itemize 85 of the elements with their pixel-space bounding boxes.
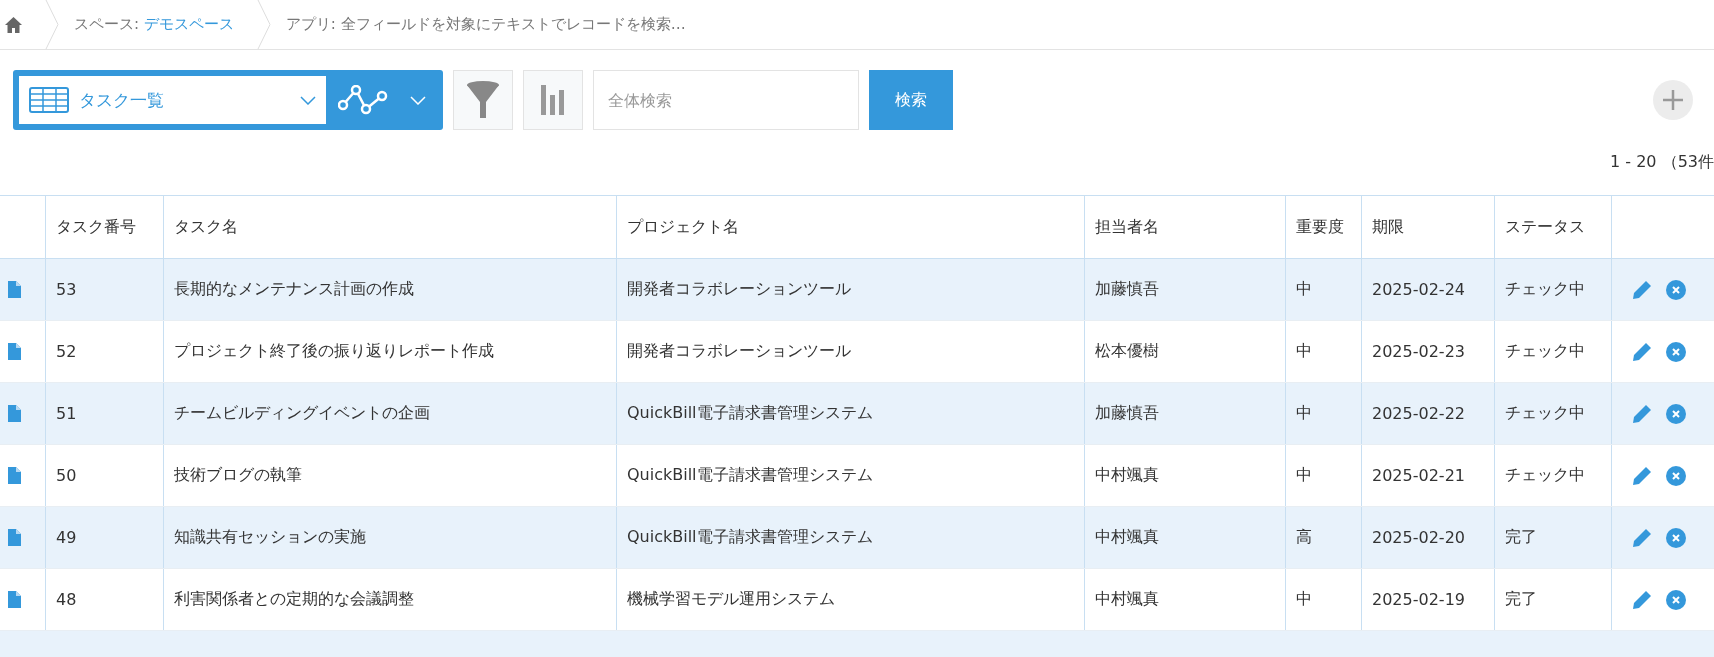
breadcrumb-space-link[interactable]: デモスペース xyxy=(143,15,234,34)
table-cell: QuickBill電子請求書管理システム xyxy=(617,383,1085,444)
table-cell: 機械学習モデル運用システム xyxy=(617,569,1085,630)
table-cell: 松本優樹 xyxy=(1085,321,1286,382)
table-cell: 2025-02-22 xyxy=(1362,383,1495,444)
document-icon[interactable] xyxy=(8,591,21,608)
table-cell: 49 xyxy=(46,507,164,568)
document-icon[interactable] xyxy=(8,405,21,422)
edit-icon[interactable] xyxy=(1632,527,1652,548)
table-cell: 長期的なメンテナンス計画の作成 xyxy=(164,259,617,320)
plus-icon xyxy=(1662,89,1684,111)
column-header: プロジェクト名 xyxy=(617,196,1085,258)
table-cell: 加藤慎吾 xyxy=(1085,259,1286,320)
delete-icon[interactable] xyxy=(1666,279,1686,300)
column-header: ステータス xyxy=(1495,196,1612,258)
delete-icon[interactable] xyxy=(1666,403,1686,424)
edit-icon[interactable] xyxy=(1632,341,1652,362)
chevron-down-icon xyxy=(300,95,316,105)
chevron-down-icon[interactable] xyxy=(410,95,426,105)
chart-button[interactable] xyxy=(523,70,583,130)
delete-icon[interactable] xyxy=(1666,341,1686,362)
table-cell: プロジェクト終了後の振り返りレポート作成 xyxy=(164,321,617,382)
column-header: 担当者名 xyxy=(1085,196,1286,258)
edit-icon[interactable] xyxy=(1632,403,1652,424)
table-cell: QuickBill電子請求書管理システム xyxy=(617,445,1085,506)
table-cell: 完了 xyxy=(1495,569,1612,630)
table-cell: 高 xyxy=(1286,507,1362,568)
add-button[interactable] xyxy=(1653,80,1693,120)
delete-icon[interactable] xyxy=(1666,589,1686,610)
delete-icon[interactable] xyxy=(1666,465,1686,486)
graph-icon[interactable] xyxy=(338,85,388,115)
table-icon xyxy=(29,87,69,113)
edit-icon[interactable] xyxy=(1632,465,1652,486)
table-cell: 2025-02-23 xyxy=(1362,321,1495,382)
table-cell: チェック中 xyxy=(1495,321,1612,382)
table-cell: 中村颯真 xyxy=(1085,445,1286,506)
table-cell: チェック中 xyxy=(1495,383,1612,444)
table-cell: 53 xyxy=(46,259,164,320)
table-cell: 開発者コラボレーションツール xyxy=(617,259,1085,320)
table-cell: 2025-02-19 xyxy=(1362,569,1495,630)
bar-chart-icon xyxy=(541,85,565,115)
column-header: タスク番号 xyxy=(46,196,164,258)
table-cell: 52 xyxy=(46,321,164,382)
table-cell: 2025-02-20 xyxy=(1362,507,1495,568)
document-icon[interactable] xyxy=(8,467,21,484)
table-cell: 中 xyxy=(1286,383,1362,444)
document-icon[interactable] xyxy=(8,343,21,360)
document-icon[interactable] xyxy=(8,529,21,546)
table-cell: チームビルディングイベントの企画 xyxy=(164,383,617,444)
breadcrumb-app-title: アプリ: 全フィールドを対象にテキストでレコードを検索… xyxy=(285,15,686,34)
table-cell: 2025-02-24 xyxy=(1362,259,1495,320)
table-cell: チェック中 xyxy=(1495,259,1612,320)
breadcrumb-space-label: スペース: xyxy=(74,15,141,34)
table-cell: QuickBill電子請求書管理システム xyxy=(617,507,1085,568)
home-icon[interactable] xyxy=(5,16,22,33)
table-cell: 完了 xyxy=(1495,507,1612,568)
table-cell: 51 xyxy=(46,383,164,444)
column-header: タスク名 xyxy=(164,196,617,258)
table-cell: チェック中 xyxy=(1495,445,1612,506)
table-cell: 中 xyxy=(1286,569,1362,630)
table-cell: 開発者コラボレーションツール xyxy=(617,321,1085,382)
column-header: 重要度 xyxy=(1286,196,1362,258)
table-cell: 知識共有セッションの実施 xyxy=(164,507,617,568)
document-icon[interactable] xyxy=(8,281,21,298)
funnel-icon xyxy=(466,80,500,120)
edit-icon[interactable] xyxy=(1632,279,1652,300)
search-button[interactable]: 検索 xyxy=(869,70,953,130)
table-cell: 中 xyxy=(1286,259,1362,320)
table-cell: 加藤慎吾 xyxy=(1085,383,1286,444)
table-cell: 中村颯真 xyxy=(1085,569,1286,630)
edit-icon[interactable] xyxy=(1632,589,1652,610)
pagination-range: 1 - 20 （53件 xyxy=(1610,152,1714,173)
table-cell: 中 xyxy=(1286,445,1362,506)
delete-icon[interactable] xyxy=(1666,527,1686,548)
column-header: 期限 xyxy=(1362,196,1495,258)
table-cell: 中 xyxy=(1286,321,1362,382)
search-field[interactable]: 全体検索 xyxy=(593,70,859,130)
table-cell: 技術ブログの執筆 xyxy=(164,445,617,506)
table-cell: 中村颯真 xyxy=(1085,507,1286,568)
table-cell: 50 xyxy=(46,445,164,506)
view-dropdown[interactable]: タスク一覧 xyxy=(19,76,326,124)
filter-button[interactable] xyxy=(453,70,513,130)
table-cell: 利害関係者との定期的な会議調整 xyxy=(164,569,617,630)
table-cell: 2025-02-21 xyxy=(1362,445,1495,506)
table-cell: 48 xyxy=(46,569,164,630)
